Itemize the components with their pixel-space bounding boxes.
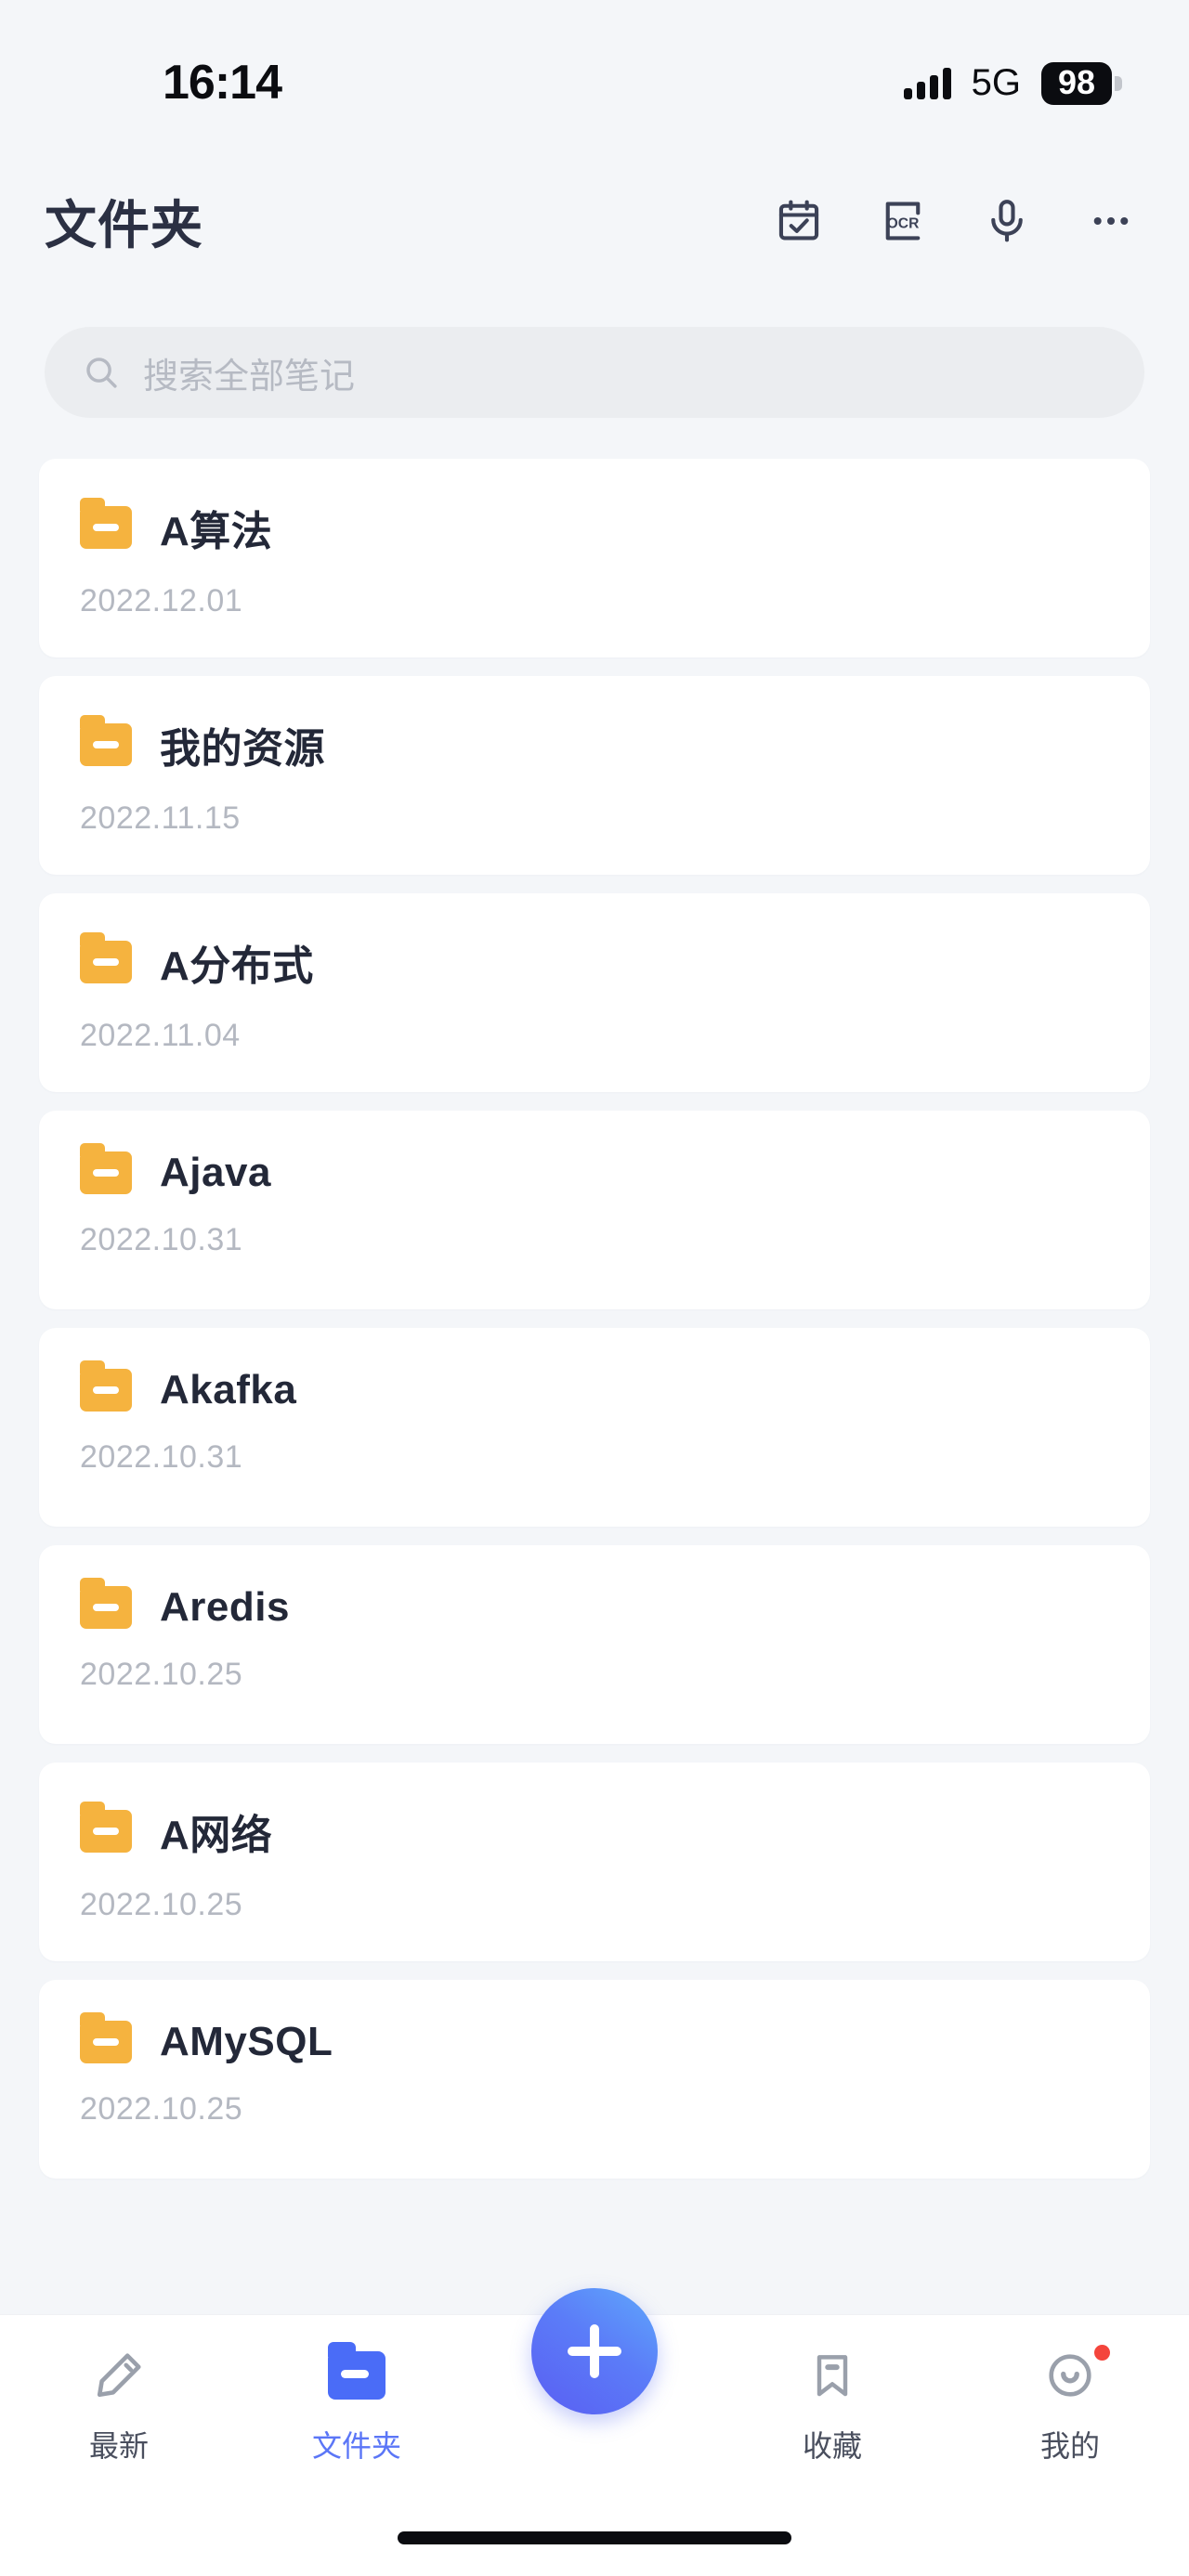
folder-list-item[interactable]: Ajava 2022.10.31 (39, 1111, 1150, 1309)
battery-cap (1115, 75, 1122, 91)
folder-list-item[interactable]: A算法 2022.12.01 (39, 459, 1150, 657)
search-placeholder: 搜索全部笔记 (143, 357, 356, 397)
create-note-fab[interactable] (531, 2288, 658, 2414)
ocr-icon[interactable]: OCR (877, 195, 929, 247)
profile-smile-icon (1043, 2347, 1097, 2404)
header-actions: OCR (773, 195, 1137, 247)
folder-list-item[interactable]: Akafka 2022.10.31 (39, 1328, 1150, 1527)
folder-name: A分布式 (160, 943, 314, 989)
signal-bars-icon (903, 67, 951, 99)
folder-icon (80, 498, 132, 549)
battery-level-label: 98 (1041, 61, 1112, 105)
search-section: 搜索全部笔记 (0, 327, 1189, 418)
folder-icon (80, 1360, 132, 1412)
page-title: 文件夹 (45, 195, 203, 254)
folder-list[interactable]: A算法 2022.12.01 我的资源 2022.11.15 A分布式 2022.11.0… (0, 459, 1189, 2316)
folder-date: 2022.10.31 (80, 1222, 243, 1257)
folder-row-top: A网络 (80, 1802, 1109, 1861)
folder-icon (80, 715, 132, 766)
folder-date: 2022.10.25 (80, 1887, 243, 1922)
network-type-label: 5G (971, 62, 1021, 103)
folder-list-item[interactable]: AMySQL 2022.10.25 (39, 1980, 1150, 2179)
page-header: 文件夹 OCR (0, 160, 1189, 282)
folder-name: A网络 (160, 1813, 273, 1858)
tab-latest[interactable]: 最新 (0, 2347, 238, 2465)
folder-list-item[interactable]: 我的资源 2022.11.15 (39, 676, 1150, 875)
home-indicator (398, 2531, 791, 2544)
tab-label-latest: 最新 (88, 2429, 149, 2463)
search-input[interactable]: 搜索全部笔记 (45, 327, 1144, 418)
bookmark-icon (806, 2347, 858, 2404)
folder-list-item[interactable]: A网络 2022.10.25 (39, 1763, 1150, 1961)
status-indicators: 5G 98 (903, 61, 1122, 105)
folder-row-top: Aredis (80, 1578, 1109, 1631)
folder-name: Ajava (160, 1150, 271, 1195)
folder-row-top: Ajava (80, 1143, 1109, 1196)
folder-icon (80, 1802, 132, 1853)
microphone-icon[interactable] (981, 195, 1033, 247)
tab-folder[interactable]: 文件夹 (238, 2342, 476, 2465)
folder-name: AMySQL (160, 2019, 333, 2064)
svg-text:OCR: OCR (887, 215, 920, 231)
folder-date: 2022.11.15 (80, 800, 241, 836)
folder-icon (80, 1578, 132, 1629)
folder-list-item[interactable]: A分布式 2022.11.04 (39, 893, 1150, 1092)
notification-badge-dot (1094, 2345, 1110, 2361)
folder-date: 2022.10.25 (80, 1657, 243, 1692)
tab-label-folder: 文件夹 (311, 2429, 401, 2463)
folder-name: Akafka (160, 1367, 297, 1412)
folder-row-top: A算法 (80, 498, 1109, 557)
folder-date: 2022.10.25 (80, 2091, 243, 2127)
pen-nib-icon (92, 2347, 146, 2404)
app-screen: 16:14 5G 98 文件夹 OCR 搜索全部笔记 A算法 2022.12.0… (0, 0, 1189, 2576)
folder-name: 我的资源 (160, 726, 325, 772)
tab-label-profile: 我的 (1039, 2429, 1100, 2463)
tab-label-favorites: 收藏 (802, 2429, 862, 2463)
folder-date: 2022.11.04 (80, 1018, 241, 1053)
calendar-check-icon[interactable] (773, 195, 825, 247)
folder-row-top: A分布式 (80, 932, 1109, 992)
search-icon (86, 358, 117, 388)
folder-row-top: AMySQL (80, 2012, 1109, 2065)
folder-icon (80, 932, 132, 983)
folder-row-top: 我的资源 (80, 715, 1109, 774)
tab-favorites[interactable]: 收藏 (713, 2347, 951, 2465)
folder-list-item[interactable]: Aredis 2022.10.25 (39, 1545, 1150, 1744)
folder-icon (80, 2012, 132, 2063)
folder-name: A算法 (160, 509, 273, 554)
battery-icon: 98 (1041, 61, 1122, 105)
folder-icon (328, 2342, 385, 2404)
plus-icon-vertical (590, 2324, 599, 2378)
folder-name: Aredis (160, 1584, 290, 1630)
status-bar: 16:14 5G 98 (0, 0, 1189, 153)
more-icon[interactable] (1085, 195, 1137, 247)
folder-row-top: Akafka (80, 1360, 1109, 1413)
tab-profile[interactable]: 我的 (951, 2345, 1189, 2465)
folder-date: 2022.12.01 (80, 583, 243, 618)
folder-date: 2022.10.31 (80, 1439, 243, 1475)
status-time: 16:14 (163, 55, 282, 110)
folder-icon (80, 1143, 132, 1194)
